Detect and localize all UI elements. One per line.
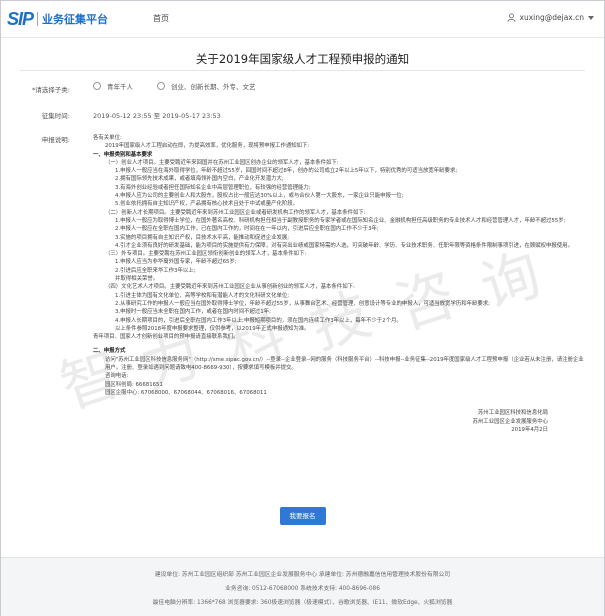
- paragraph: 3.申报时一般应当未全职在国内工作，或者在国内时间不超过1年;: [115, 309, 271, 316]
- paragraph: 园区企服中心: 67068000、67068044、67068016、67068…: [105, 389, 267, 396]
- paragraph: 5.创业依托拥有自主知识产权，产品拥有核心技术且处于中试或量产化阶段。: [115, 201, 299, 208]
- paragraph: 1.申报人一般应当在海外取得学位，年龄不超过55岁，回国时间不超过8年，创办的公…: [115, 168, 458, 175]
- paragraph: 1.引进主体为国有文化单位、高等学校和有潜能人才的文化科研文化单位;: [115, 292, 290, 299]
- user-email: xuxing@dejax.cn: [519, 13, 584, 22]
- logo-mark: SIP: [7, 8, 34, 29]
- site-logo[interactable]: SIP 业务征集平台: [7, 8, 109, 29]
- apply-button[interactable]: 我要报名: [279, 507, 326, 525]
- paragraph: 4.引才企业须有良好的研发基础，能为项目的实施提供有力保障，对有突出业绩或国家特…: [115, 242, 573, 249]
- paragraph: 2.从事研究工作的申报人一般应当在国外取得博士学位，年龄不超过55岁，从事舞台艺…: [115, 300, 490, 307]
- time-label: 征集时间:: [41, 112, 70, 120]
- section-2-title: 二、申报方式: [93, 348, 126, 355]
- paragraph: 1.申报人一般应为取得博士学位，在国外著名高校、科研机构担任相当于副教授职务的专…: [115, 217, 566, 224]
- user-menu[interactable]: xuxing@dejax.cn: [507, 13, 594, 22]
- page-footer: 建设单位: 苏州工业园区组织部 苏州工业园区企业发展服务中心 承建单位: 苏州德…: [1, 557, 604, 616]
- time-value: 2019-05-12 23:55 至 2019-05-17 23:53: [93, 112, 221, 120]
- greeting: 各有关单位:: [93, 135, 122, 141]
- type-label: *请选择子类:: [32, 86, 70, 94]
- paragraph: 2.引进后应全职来华工作3年以上;: [115, 267, 196, 274]
- paragraph: 1.申报人应当为非华裔外国专家，年龄不超过65岁;: [115, 259, 237, 266]
- paragraph: 园区科创局: 66681651: [105, 381, 163, 388]
- paragraph: 3.实施的项目拥有自主知识产权，目技术水平高，能推动和促进企业发展;: [115, 234, 290, 241]
- footer-line: 建设单位: 苏州工业园区组织部 苏州工业园区企业发展服务中心 承建单位: 苏州德…: [154, 572, 451, 578]
- intro: 2019年国家级人才工程启动在即，为提高效率，优化服务，现将预申报工作通知如下:: [105, 143, 310, 150]
- signature-date: 2019年4月2日: [511, 426, 548, 433]
- title-divider: [20, 70, 585, 71]
- signature-line: 苏州工业园区企业发展服务中心: [472, 418, 548, 425]
- logo-text: 业务征集平台: [42, 13, 109, 26]
- paragraph: 3.有海外创业经验或者担任国际知名企业中高层管理职位，有较强的经营管理能力;: [115, 184, 311, 191]
- user-icon: [507, 13, 516, 22]
- radio-circle[interactable]: [157, 82, 165, 90]
- paragraph: 4.申报人应为公司的主要创业人和大股东，股权占比一般应达30%以上，或与合伙人第…: [115, 193, 404, 200]
- radio-option-entrepreneur[interactable]: 创业、创新长期、外专、文艺: [157, 81, 256, 91]
- radio-option-youth[interactable]: 青年千人: [93, 81, 133, 91]
- paragraph: 2.拥有国际领先技术成果，或者填海领补国内空白，产业化开发潜力大;: [115, 176, 284, 183]
- section-1-title: 一、申报类别和基本要求: [93, 151, 153, 158]
- chevron-down-icon: [588, 15, 594, 20]
- paragraph: （三）外专项目。主要受聘在苏州工业园区领衔创新创业的领军人才，基本条件如下:: [105, 251, 307, 258]
- paragraph: 并取得相关荣誉。: [115, 276, 159, 283]
- paragraph: 青年项目、国家人才创新创业项目的预申报请直接联系我们。: [93, 334, 239, 341]
- paragraph: （四）文化艺术人才项目。主要受聘近年来到苏州工业园区企业从事创新创业的领军人才，…: [105, 284, 355, 291]
- paragraph: 以上条件参照2018年度申报要求整理，仅供参考，以2019年正式申报通知为准。: [115, 325, 310, 332]
- paragraph: （二）创新人才长期项目。主要受聘近年来到苏州工业园区企业或者研发机构工作的领军人…: [105, 209, 366, 216]
- paragraph: （一）创业人才项目。主要受聘近年来回国并在苏州工业园区创办企业的领军人才，基本条…: [105, 159, 339, 166]
- desc-label: 申报说明:: [41, 136, 70, 144]
- paragraph: 咨询电话:: [105, 373, 129, 380]
- paragraph: 4.申报人长期项目的，引进后全职在国内工作3年以上;申报短期项目的，须在国内连续…: [115, 317, 402, 324]
- radio-label: 创业、创新长期、外专、文艺: [171, 83, 256, 91]
- type-radio-group: 青年千人 创业、创新长期、外专、文艺: [93, 81, 280, 91]
- top-header: SIP 业务征集平台 首页 xuxing@dejax.cn: [1, 1, 604, 38]
- action-bar: 我要报名: [0, 503, 605, 525]
- signature-line: 苏州工业园区科技和信息化局: [477, 410, 548, 417]
- paragraph: 访问"苏州工业园区科技信息服务网"（http://sme.sipac.gov.c…: [105, 356, 584, 372]
- notice-body: 各有关单位: 2019年国家级人才工程启动在即，为提高效率，优化服务，现将预申报…: [93, 134, 588, 434]
- logo-divider: [37, 12, 39, 26]
- nav-home-link[interactable]: 首页: [153, 13, 169, 24]
- radio-label: 青年千人: [107, 83, 133, 91]
- footer-line: 最佳电脑分辨率: 1366*768 浏览器要求: 360极速浏览器（极速模式）、…: [152, 600, 453, 606]
- notice-title: 关于2019年国家级人才工程预申报的通知: [195, 52, 410, 66]
- radio-circle[interactable]: [93, 82, 101, 90]
- footer-line: 业务咨询: 0512-67068000 系统技术支持: 400-8696-086: [225, 586, 380, 592]
- paragraph: 2.申报人一般应在全职在国内工作，已在国内工作的，时间在在一年以内，引进后应全职…: [115, 226, 379, 233]
